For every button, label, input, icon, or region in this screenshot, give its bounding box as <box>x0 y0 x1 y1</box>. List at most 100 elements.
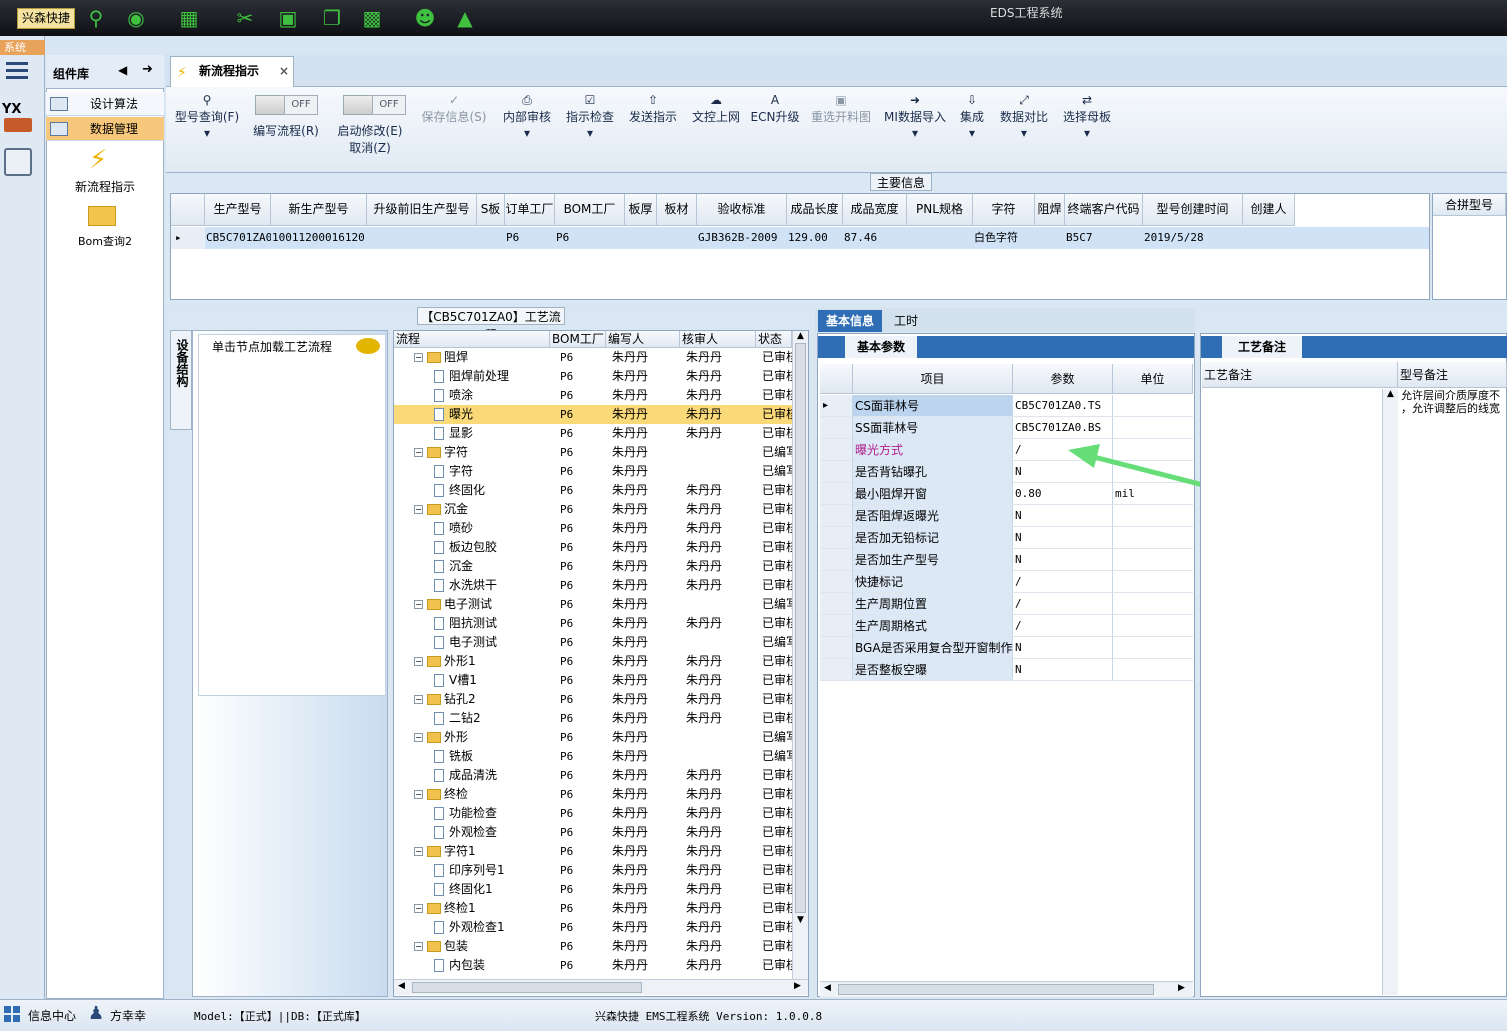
tree-row[interactable]: 显影 P6 朱丹丹 朱丹丹 已审核 <box>394 424 792 443</box>
integrate-button[interactable]: ⇩ 集成 ▾ <box>955 92 989 141</box>
dropdown-arrow-icon[interactable]: ▾ <box>882 125 948 141</box>
column-header[interactable]: 生产型号 <box>205 194 271 226</box>
tree-node[interactable]: 喷砂 <box>394 519 550 538</box>
tree-row[interactable]: 阻焊前处理 P6 朱丹丹 朱丹丹 已审核 <box>394 367 792 386</box>
tree-node[interactable]: 阻抗测试 <box>394 614 550 633</box>
scroll-left-icon[interactable]: ◀ <box>824 983 831 993</box>
tree-node[interactable]: − 终检 <box>394 785 550 804</box>
row-selector[interactable]: ▸ <box>820 395 853 417</box>
select-mother-button[interactable]: ⇄ 选择母板 ▾ <box>1060 92 1114 141</box>
tree-row[interactable]: − 字符1 P6 朱丹丹 朱丹丹 已审核 <box>394 842 792 861</box>
column-header[interactable]: 项目 <box>853 364 1013 394</box>
tab-process-remark[interactable]: 工艺备注 <box>1222 336 1302 358</box>
doc-upload-button[interactable]: ☁ 文控上网 <box>689 92 743 125</box>
component-item-design[interactable]: 设计算法 <box>46 92 164 116</box>
cancel-label[interactable]: 取消(Z) <box>334 139 406 156</box>
tree-row[interactable]: 成品清洗 P6 朱丹丹 朱丹丹 已审核 <box>394 766 792 785</box>
scroll-right-icon[interactable]: ▶ <box>1178 983 1185 993</box>
tree-row[interactable]: 喷砂 P6 朱丹丹 朱丹丹 已审核 <box>394 519 792 538</box>
expand-toggle-icon[interactable]: − <box>414 657 423 666</box>
param-row[interactable]: 是否加生产型号 N <box>820 549 1193 571</box>
param-unit[interactable] <box>1113 571 1193 593</box>
tree-node[interactable]: − 阻焊 <box>394 348 550 367</box>
param-row[interactable]: 生产周期格式 / <box>820 615 1193 637</box>
column-header[interactable]: 阻焊 <box>1035 194 1065 226</box>
user-icon[interactable]: ☻ <box>413 6 437 30</box>
start-modify-label[interactable]: 启动修改(E) <box>334 122 406 139</box>
column-header[interactable]: 板厚 <box>625 194 657 226</box>
tree-node[interactable]: 终固化1 <box>394 880 550 899</box>
param-unit[interactable] <box>1113 659 1193 681</box>
start-modify-toggle[interactable] <box>343 95 373 115</box>
start-modify-off-label[interactable]: OFF <box>372 95 406 115</box>
param-value[interactable]: / <box>1013 593 1113 615</box>
row-selector[interactable] <box>820 637 853 659</box>
data-compare-button[interactable]: ⤢ 数据对比 ▾ <box>998 92 1050 141</box>
column-header[interactable]: 字符 <box>973 194 1035 226</box>
param-value[interactable]: / <box>1013 615 1113 637</box>
tree-row[interactable]: − 外形 P6 朱丹丹 已编写 <box>394 728 792 747</box>
yx-logo-icon[interactable]: YX <box>2 102 21 117</box>
device-tree[interactable] <box>198 334 386 696</box>
tree-row[interactable]: 板边包胶 P6 朱丹丹 朱丹丹 已审核 <box>394 538 792 557</box>
tree-node[interactable]: 喷涂 <box>394 386 550 405</box>
column-header[interactable]: S板 <box>477 194 505 226</box>
tree-row[interactable]: − 钻孔2 P6 朱丹丹 朱丹丹 已审核 <box>394 690 792 709</box>
tree-node[interactable]: 终固化 <box>394 481 550 500</box>
tree-node[interactable]: V槽1 <box>394 671 550 690</box>
param-row[interactable]: 是否整板空曝 N <box>820 659 1193 681</box>
expand-toggle-icon[interactable]: − <box>414 600 423 609</box>
tab-basic-info[interactable]: 基本信息 <box>818 310 882 332</box>
tree-node[interactable]: 功能检查 <box>394 804 550 823</box>
windows-icon[interactable] <box>4 1006 20 1022</box>
scroll-thumb[interactable] <box>795 343 806 913</box>
tree-node[interactable]: − 字符 <box>394 443 550 462</box>
column-header[interactable]: BOM工厂 <box>550 331 606 348</box>
column-header[interactable]: 状态 <box>756 331 792 348</box>
tree-row[interactable]: 电子测试 P6 朱丹丹 已编写 <box>394 633 792 652</box>
collapse-left-icon[interactable]: ◀ <box>118 63 127 77</box>
tab-work-hours[interactable]: 工时 <box>886 310 926 332</box>
param-value[interactable]: N <box>1013 659 1113 681</box>
tree-node[interactable]: 电子测试 <box>394 633 550 652</box>
send-instruction-button[interactable]: ⇧ 发送指示 <box>626 92 680 125</box>
table-icon[interactable]: ▦ <box>177 6 201 30</box>
tree-node[interactable]: 铣板 <box>394 747 550 766</box>
lightning-icon[interactable]: ⚡ <box>89 145 107 175</box>
pin-icon[interactable]: ➜ <box>142 62 153 77</box>
ecn-upgrade-button[interactable]: A ECN升级 <box>750 92 800 125</box>
scissors-icon[interactable]: ✂ <box>233 6 257 30</box>
film-icon[interactable]: ▣ <box>276 6 300 30</box>
component-item-data-management[interactable]: 数据管理 <box>46 117 164 141</box>
row-selector[interactable] <box>820 461 853 483</box>
tree-row[interactable]: − 阻焊 P6 朱丹丹 朱丹丹 已审核 <box>394 348 792 367</box>
param-value[interactable]: N <box>1013 527 1113 549</box>
tree-row[interactable]: − 电子测试 P6 朱丹丹 已编写 <box>394 595 792 614</box>
param-value[interactable]: N <box>1013 637 1113 659</box>
tree-node[interactable]: 板边包胶 <box>394 538 550 557</box>
param-value[interactable]: N <box>1013 549 1113 571</box>
expand-toggle-icon[interactable]: − <box>414 505 423 514</box>
scroll-up-icon[interactable]: ▲ <box>1383 389 1398 399</box>
param-row[interactable]: 快捷标记 / <box>820 571 1193 593</box>
tab-new-flow[interactable]: ⚡ 新流程指示 × <box>170 56 294 87</box>
tree-node[interactable]: 印序列号1 <box>394 861 550 880</box>
tree-row[interactable]: − 包装 P6 朱丹丹 朱丹丹 已审核 <box>394 937 792 956</box>
tree-node[interactable]: 外观检查 <box>394 823 550 842</box>
dropdown-arrow-icon[interactable]: ▾ <box>500 125 554 141</box>
tree-row[interactable]: 字符 P6 朱丹丹 已编写 <box>394 462 792 481</box>
tree-node[interactable]: 内包装 <box>394 956 550 975</box>
tree-row[interactable]: − 终检1 P6 朱丹丹 朱丹丹 已审核 <box>394 899 792 918</box>
tree-row[interactable]: 印序列号1 P6 朱丹丹 朱丹丹 已审核 <box>394 861 792 880</box>
tree-node[interactable]: − 钻孔2 <box>394 690 550 709</box>
row-selector-icon[interactable]: ▸ <box>171 227 205 249</box>
info-center[interactable]: 信息中心 <box>28 1007 76 1024</box>
scroll-down-icon[interactable]: ▼ <box>793 915 808 925</box>
model-query-button[interactable]: ⚲ 型号查询(F) ▾ <box>174 92 240 141</box>
expand-toggle-icon[interactable]: − <box>414 904 423 913</box>
flow-vertical-scrollbar[interactable]: ▲ ▼ <box>792 331 808 979</box>
scroll-right-icon[interactable]: ▶ <box>794 981 801 991</box>
save-info-button[interactable]: ✓ 保存信息(S) <box>418 92 490 125</box>
row-selector[interactable] <box>820 593 853 615</box>
tree-row[interactable]: − 沉金 P6 朱丹丹 朱丹丹 已审核 <box>394 500 792 519</box>
